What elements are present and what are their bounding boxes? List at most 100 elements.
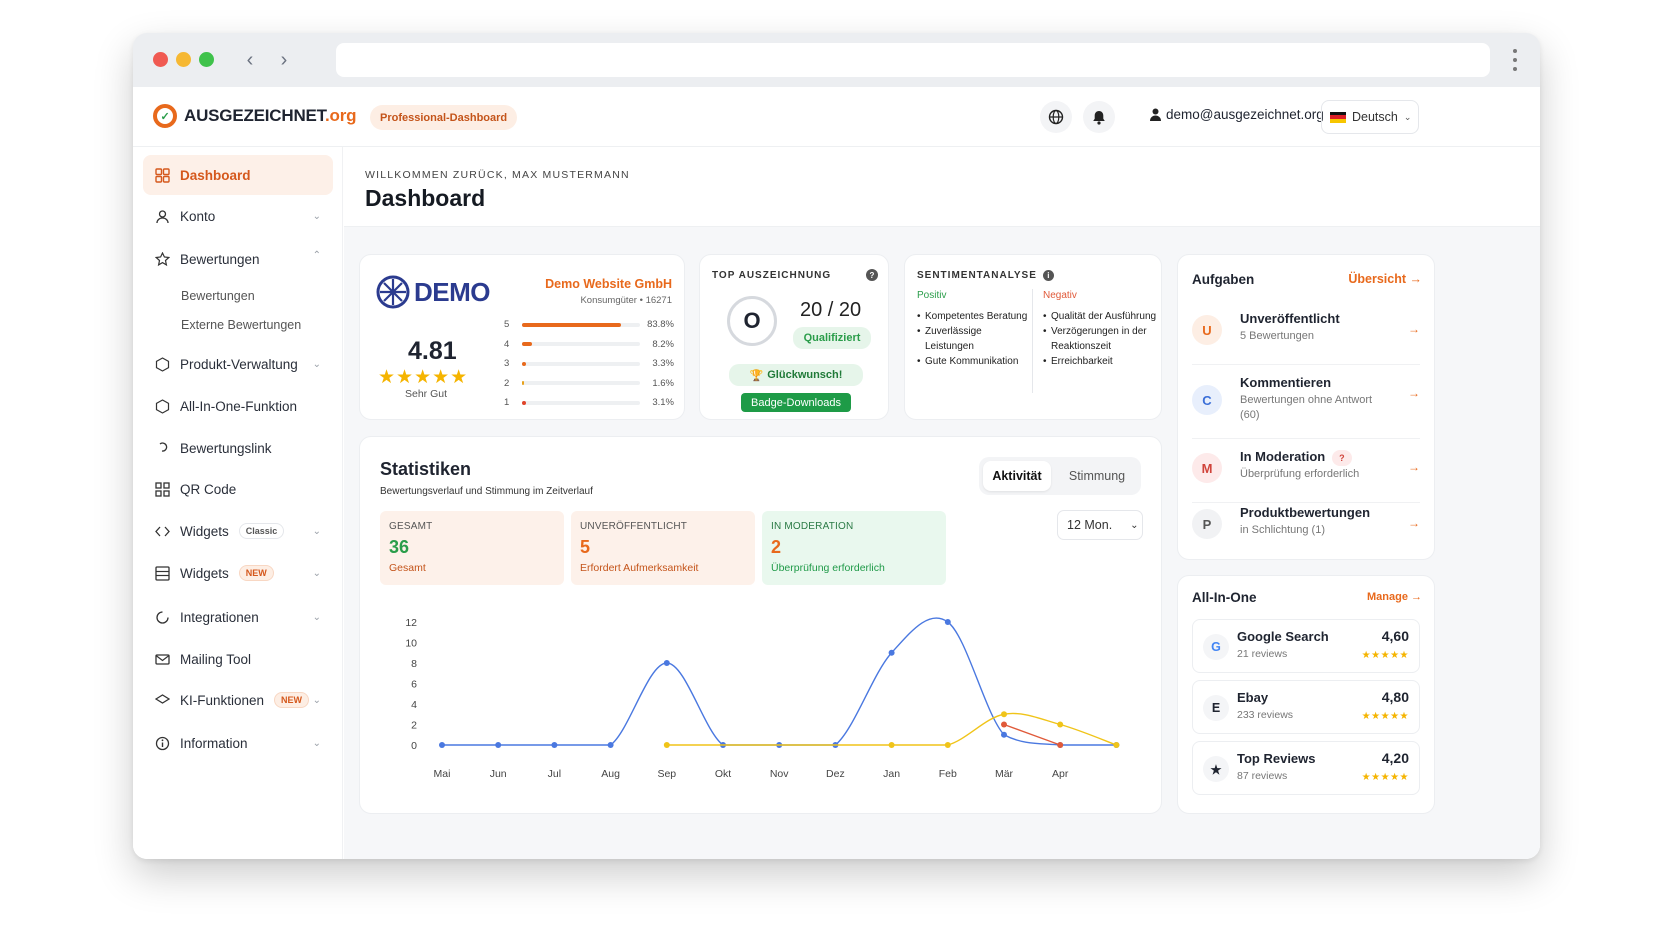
all-in-one-title: All-In-One: [1192, 590, 1257, 605]
welcome-text: WILLKOMMEN ZURÜCK, MAX MUSTERMANN: [365, 169, 630, 181]
stats-tab-group: Aktivität Stimmung: [979, 457, 1141, 495]
all-in-one-card: All-In-One Manage → G Google Search 21 r…: [1177, 575, 1435, 814]
metric-label: IN MODERATION: [771, 521, 854, 532]
star-icon: ★: [1203, 756, 1229, 782]
info-icon[interactable]: i: [1042, 270, 1054, 281]
platform-reviews: 21 reviews: [1237, 648, 1288, 660]
task-desc: in Schlichtung (1): [1240, 524, 1325, 536]
rating-score: 4.81: [408, 337, 457, 365]
task-title: Unveröffentlicht: [1240, 311, 1340, 326]
metric-unpublished: UNVERÖFFENTLICHT 5 Erfordert Aufmerksamk…: [571, 511, 755, 585]
page-title: Dashboard: [365, 185, 486, 211]
task-item[interactable]: P Produktbewertungen in Schlichtung (1) …: [1192, 495, 1420, 559]
sentiment-card: SENTIMENTANALYSE i Positiv Kompetentes B…: [904, 254, 1162, 420]
tab-stimmung[interactable]: Stimmung: [1057, 461, 1137, 491]
sidebar-item-ki-funktionen[interactable]: KI-Funktionen NEW ⌄: [143, 680, 333, 720]
user-menu[interactable]: demo@ausgezeichnet.org: [1150, 107, 1324, 122]
platform-google[interactable]: G Google Search 21 reviews 4,60 ★★★★★: [1192, 619, 1420, 673]
arrow-right-icon: →: [1408, 322, 1420, 336]
distribution-track: [522, 361, 640, 366]
sidebar-item-integrationen[interactable]: Integrationen ⌄: [143, 597, 333, 637]
code-icon: [155, 526, 170, 536]
sidebar-subitem-externe-bewertungen[interactable]: Externe Bewertungen: [181, 318, 301, 332]
period-value: 12 Mon.: [1067, 518, 1113, 532]
hexagon-icon: [155, 398, 170, 414]
sidebar-item-dashboard[interactable]: Dashboard: [143, 155, 333, 195]
metric-total: GESAMT 36 Gesamt: [380, 511, 564, 585]
sidebar-item-widgets-classic[interactable]: Widgets Classic ⌄: [143, 511, 333, 551]
period-select[interactable]: 12 Mon. ⌄: [1057, 510, 1143, 540]
task-item[interactable]: M In Moderation ? Überprüfung erforderli…: [1192, 439, 1420, 503]
activity-chart: 0 2 4 6 8 10 12 Mai Jun Jul Aug Sep Okt Nov Dez Jan Feb M…: [405, 617, 1120, 780]
task-item[interactable]: C Kommentieren Bewertungen ohne Antwort …: [1192, 365, 1420, 439]
bell-icon[interactable]: [1083, 101, 1115, 133]
sidebar-item-mailing-tool[interactable]: Mailing Tool: [143, 639, 333, 679]
platform-reviews: 87 reviews: [1237, 770, 1288, 782]
browser-menu-icon[interactable]: [1512, 49, 1518, 71]
globe-icon[interactable]: [1040, 101, 1072, 133]
data-point: [495, 742, 502, 748]
language-select[interactable]: Deutsch ⌄: [1321, 100, 1419, 134]
help-icon[interactable]: ?: [866, 269, 878, 281]
distribution-row: 3 3.3%: [504, 354, 674, 374]
platform-score: 4,60: [1381, 628, 1409, 644]
sidebar-item-qr-code[interactable]: QR Code: [143, 469, 333, 509]
platform-name: Google Search: [1237, 629, 1329, 644]
sidebar-item-all-in-one[interactable]: All-In-One-Funktion: [143, 386, 333, 426]
statistics-subtitle: Bewertungsverlauf und Stimmung im Zeitve…: [380, 486, 593, 497]
metric-label: GESAMT: [389, 521, 433, 532]
sidebar: Dashboard Konto ⌄ Bewertungen ⌃ Bewertun…: [133, 147, 343, 859]
sidebar-item-label: Bewertungslink: [180, 440, 272, 456]
user-email: demo@ausgezeichnet.org: [1166, 107, 1324, 122]
rating-verdict: Sehr Gut: [405, 388, 448, 400]
ebay-icon: E: [1203, 695, 1229, 721]
task-avatar: M: [1192, 453, 1222, 483]
forward-icon[interactable]: ›: [269, 45, 299, 75]
sidebar-item-label: Konto: [180, 208, 216, 224]
sidebar-item-bewertungen[interactable]: Bewertungen ⌃: [143, 239, 333, 279]
sidebar-item-information[interactable]: Information ⌄: [143, 723, 333, 763]
tasks-title: Aufgaben: [1192, 272, 1255, 287]
platform-ebay[interactable]: E Ebay 233 reviews 4,80 ★★★★★: [1192, 680, 1420, 734]
data-point: [944, 742, 951, 748]
tasks-overview-link[interactable]: Übersicht →: [1348, 272, 1422, 286]
award-score: 20 / 20: [800, 299, 862, 321]
tab-aktivitaet[interactable]: Aktivität: [983, 461, 1051, 491]
sidebar-item-label: Widgets: [180, 565, 229, 581]
maximize-dot[interactable]: [199, 52, 214, 67]
positive-column: Positiv Kompetentes Beratung Zuverlässig…: [917, 288, 1029, 369]
x-tick-label: Jun: [490, 768, 507, 780]
sidebar-item-bewertungslink[interactable]: Bewertungslink: [143, 428, 333, 468]
data-point: [888, 742, 895, 748]
sidebar-item-produkt-verwaltung[interactable]: Produkt-Verwaltung ⌄: [143, 344, 333, 384]
badge-download-button[interactable]: Badge-Downloads: [741, 393, 851, 412]
address-bar[interactable]: [336, 43, 1490, 77]
task-title: In Moderation ?: [1240, 449, 1352, 466]
sidebar-item-konto[interactable]: Konto ⌄: [143, 196, 333, 236]
x-tick-label: Feb: [939, 768, 957, 780]
sidebar-item-widgets-new[interactable]: Widgets NEW ⌄: [143, 553, 333, 593]
app: ✓ AUSGEZEICHNET.org Professional-Dashboa…: [133, 87, 1540, 859]
metric-value: 2: [771, 537, 782, 557]
distribution-percent: 3.1%: [652, 397, 674, 409]
minimize-dot[interactable]: [176, 52, 191, 67]
page-header: WILLKOMMEN ZURÜCK, MAX MUSTERMANN Dashbo…: [344, 147, 1540, 227]
back-icon[interactable]: ‹: [235, 45, 265, 75]
top-bar: ✓ AUSGEZEICHNET.org Professional-Dashboa…: [133, 87, 1540, 147]
platform-score: 4,20: [1381, 750, 1409, 766]
y-tick-label: 8: [411, 658, 417, 670]
distribution-row: 1 3.1%: [504, 393, 674, 413]
chevron-down-icon: ⌄: [312, 738, 321, 749]
y-tick-label: 2: [411, 720, 417, 732]
close-dot[interactable]: [153, 52, 168, 67]
layout-icon: [155, 565, 170, 581]
brand-logo[interactable]: ✓ AUSGEZEICHNET.org: [153, 104, 356, 128]
task-item[interactable]: U Unveröffentlicht 5 Bewertungen →: [1192, 301, 1420, 365]
sidebar-subitem-bewertungen[interactable]: Bewertungen: [181, 289, 255, 303]
platform-top-reviews[interactable]: ★ Top Reviews 87 reviews 4,20 ★★★★★: [1192, 741, 1420, 795]
task-title: Kommentieren: [1240, 375, 1332, 390]
manage-link[interactable]: Manage →: [1367, 591, 1422, 603]
distribution-stars: 1: [504, 397, 510, 409]
arrow-right-icon: →: [1408, 516, 1420, 530]
link-icon: [159, 441, 168, 452]
